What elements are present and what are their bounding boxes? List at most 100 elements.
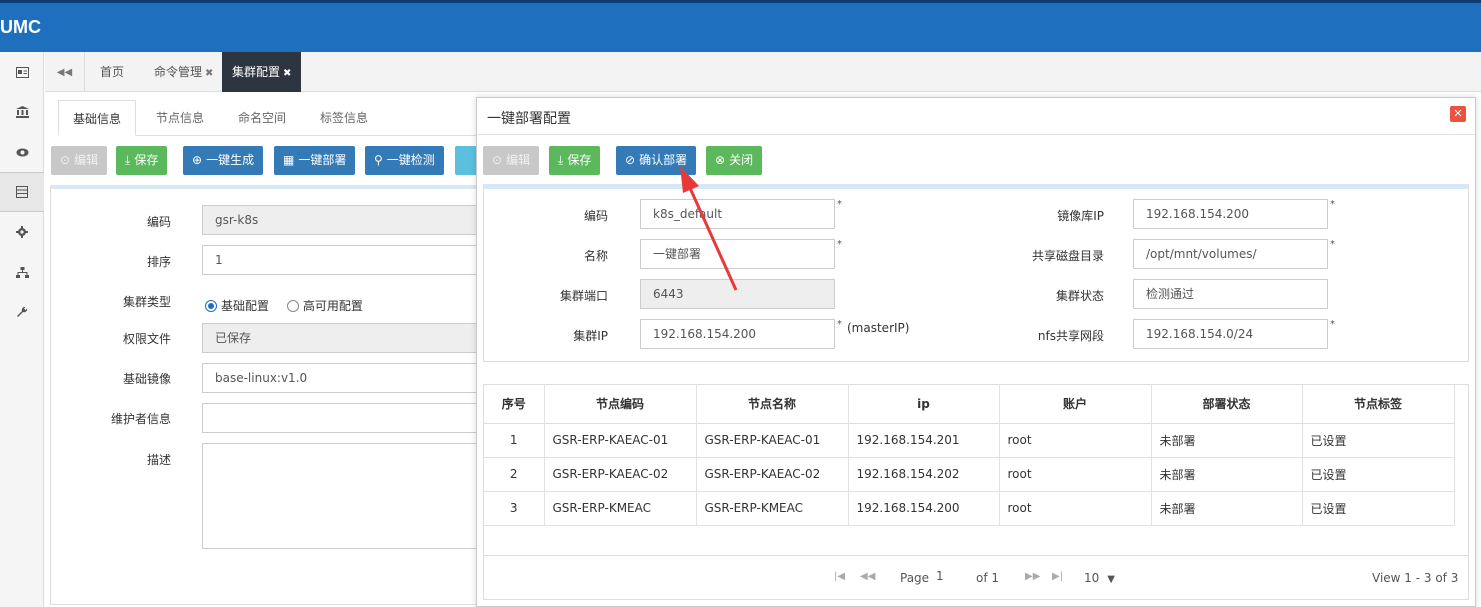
plus-circle-icon: ⊕ (192, 153, 203, 167)
col-account[interactable]: 账户 (999, 385, 1152, 424)
page-tab-bar: ◀◀ 首页 命令管理 ✖ 集群配置 ✖ (45, 52, 1481, 92)
subtab-basic[interactable]: 基础信息 (58, 100, 137, 136)
cluster-type-radios: 基础配置 高可用配置 (205, 297, 363, 314)
deploy-button[interactable]: ▦ 一键部署 (274, 146, 356, 175)
form-subtabs: 基础信息 节点信息 命名空间 标签信息 (58, 100, 478, 136)
confirm-deploy-button[interactable]: ⊘ 确认部署 (616, 146, 697, 175)
dlg-repo-label: 镜像库IP (1057, 209, 1104, 223)
search-icon: ⚲ (374, 153, 383, 167)
dlg-port-input[interactable]: 6443 (640, 279, 835, 309)
dlg-disk-input[interactable]: /opt/mnt/volumes/ (1133, 239, 1328, 269)
description-textarea[interactable] (202, 443, 481, 549)
order-input[interactable]: 1 (202, 245, 481, 275)
tab-cluster[interactable]: 集群配置 ✖ (222, 52, 302, 92)
download-icon: ⤓ (558, 153, 564, 167)
app-logo: UMC (0, 17, 41, 37)
dlg-ip-label: 集群IP (573, 329, 608, 343)
dlg-nfs-input[interactable]: 192.168.154.0/24 (1133, 319, 1328, 349)
dlg-code-label: 编码 (583, 209, 608, 223)
close-icon[interactable]: ✖ (283, 68, 291, 79)
radio-basic[interactable]: 基础配置 (205, 299, 269, 313)
base-image-input[interactable]: base-linux:v1.0 (202, 363, 481, 393)
chevron-down-icon: ▼ (1107, 574, 1115, 585)
subtab-nodes[interactable]: 节点信息 (142, 100, 218, 136)
radio-ha[interactable]: 高可用配置 (286, 299, 363, 313)
basic-info-form: 编码 gsr-k8s 排序 1 集群类型 基础配置 高可用配置 权限文件 已保存… (50, 185, 481, 605)
table-row[interactable]: 2 GSR-ERP-KAEAC-02 GSR-ERP-KAEAC-02 192.… (484, 457, 1455, 492)
code-label: 编码 (146, 215, 171, 229)
dlg-status-label: 集群状态 (1055, 289, 1104, 303)
dialog-edit-button[interactable]: ⊙ 编辑 (483, 146, 540, 175)
table-row[interactable]: 3 GSR-ERP-KMEAC GSR-ERP-KMEAC 192.168.15… (484, 491, 1455, 526)
dlg-port-label: 集群端口 (559, 289, 608, 303)
gear-icon[interactable] (0, 212, 44, 252)
bank-icon[interactable] (0, 92, 44, 132)
close-circle-icon: ⊗ (715, 153, 726, 167)
dlg-status-input[interactable]: 检测通过 (1133, 279, 1328, 309)
col-ip[interactable]: ip (848, 385, 1000, 424)
page-size-select[interactable]: 10 ▼ (1084, 571, 1115, 585)
dlg-code-input[interactable]: k8s_default (640, 199, 835, 229)
dlg-name-label: 名称 (583, 249, 608, 263)
wrench-icon[interactable] (0, 292, 44, 332)
sitemap-icon[interactable] (0, 252, 44, 292)
table-header-row: 序号 节点编码 节点名称 ip 账户 部署状态 节点标签 (484, 385, 1455, 424)
dlg-repo-input[interactable]: 192.168.154.200 (1133, 199, 1328, 229)
download-icon: ⤓ (125, 153, 131, 167)
dialog-divider (477, 134, 1475, 135)
perm-file-input[interactable]: 已保存 (202, 323, 481, 353)
prev-page-icon[interactable]: ◀◀ (860, 571, 875, 582)
close-icon[interactable]: ✕ (1450, 106, 1466, 122)
generate-button[interactable]: ⊕ 一键生成 (183, 146, 264, 175)
tab-home[interactable]: 首页 (90, 52, 134, 92)
dialog-save-button[interactable]: ⤓ 保存 (549, 146, 601, 175)
deploy-config-dialog: 一键部署配置 ✕ ⊙ 编辑 ⤓ 保存 ⊘ 确认部署 ⊗ 关闭 编码 k8s_defaul… (476, 97, 1476, 607)
check-circle-icon: ⊘ (625, 153, 636, 167)
page-number-input[interactable]: 1 (932, 564, 972, 588)
subtab-namespace[interactable]: 命名空间 (224, 100, 300, 136)
save-button[interactable]: ⤓ 保存 (116, 146, 168, 175)
last-page-icon[interactable]: ▶| (1052, 571, 1063, 582)
col-node-code[interactable]: 节点编码 (544, 385, 697, 424)
col-node-name[interactable]: 节点名称 (696, 385, 849, 424)
first-page-icon[interactable]: |◀ (834, 571, 845, 582)
grid-pager: |◀ ◀◀ Page 1 of 1 ▶▶ ▶| 10 ▼ View 1 - 3 o… (484, 555, 1468, 599)
order-label: 排序 (146, 255, 171, 269)
deploy-form: 编码 k8s_default * 名称 一键部署 * 集群端口 6443 集群I… (483, 184, 1469, 362)
description-label: 描述 (146, 453, 171, 467)
close-icon[interactable]: ✖ (205, 68, 213, 79)
server-icon[interactable] (0, 172, 44, 212)
edit-icon: ⊙ (492, 153, 503, 167)
next-page-icon[interactable]: ▶▶ (1025, 571, 1040, 582)
base-image-label: 基础镜像 (122, 372, 171, 386)
code-input[interactable]: gsr-k8s (202, 205, 481, 235)
dlg-disk-label: 共享磁盘目录 (1031, 249, 1104, 263)
dlg-nfs-label: nfs共享网段 (1037, 329, 1104, 343)
tab-scroll-left-icon[interactable]: ◀◀ (45, 52, 85, 92)
dialog-close-button[interactable]: ⊗ 关闭 (706, 146, 763, 175)
top-header: UMC (0, 0, 1481, 52)
tab-command[interactable]: 命令管理 ✖ (144, 52, 223, 92)
col-deploy-status[interactable]: 部署状态 (1151, 385, 1303, 424)
node-table: 序号 节点编码 节点名称 ip 账户 部署状态 节点标签 1 GSR-ERP-K… (484, 385, 1455, 526)
eye-icon[interactable] (0, 132, 44, 172)
maintainer-input[interactable] (202, 403, 481, 433)
records-summary: View 1 - 3 of 3 (1372, 571, 1459, 585)
master-ip-hint: (masterIP) (847, 321, 910, 335)
maintainer-label: 维护者信息 (110, 412, 171, 426)
node-grid: 序号 节点编码 节点名称 ip 账户 部署状态 节点标签 1 GSR-ERP-K… (483, 384, 1469, 600)
col-index[interactable]: 序号 (484, 385, 545, 424)
id-card-icon[interactable] (0, 52, 44, 92)
dlg-name-input[interactable]: 一键部署 (640, 239, 835, 269)
perm-file-label: 权限文件 (122, 332, 171, 346)
page-total: of 1 (976, 571, 1000, 585)
col-node-label[interactable]: 节点标签 (1302, 385, 1455, 424)
left-icon-rail (0, 52, 44, 607)
dlg-ip-input[interactable]: 192.168.154.200 (640, 319, 835, 349)
page-label: Page (900, 571, 930, 585)
edit-icon: ⊙ (60, 153, 71, 167)
table-row[interactable]: 1 GSR-ERP-KAEAC-01 GSR-ERP-KAEAC-01 192.… (484, 423, 1455, 458)
check-button[interactable]: ⚲ 一键检测 (365, 146, 444, 175)
edit-button[interactable]: ⊙ 编辑 (51, 146, 108, 175)
subtab-labels[interactable]: 标签信息 (306, 100, 382, 136)
